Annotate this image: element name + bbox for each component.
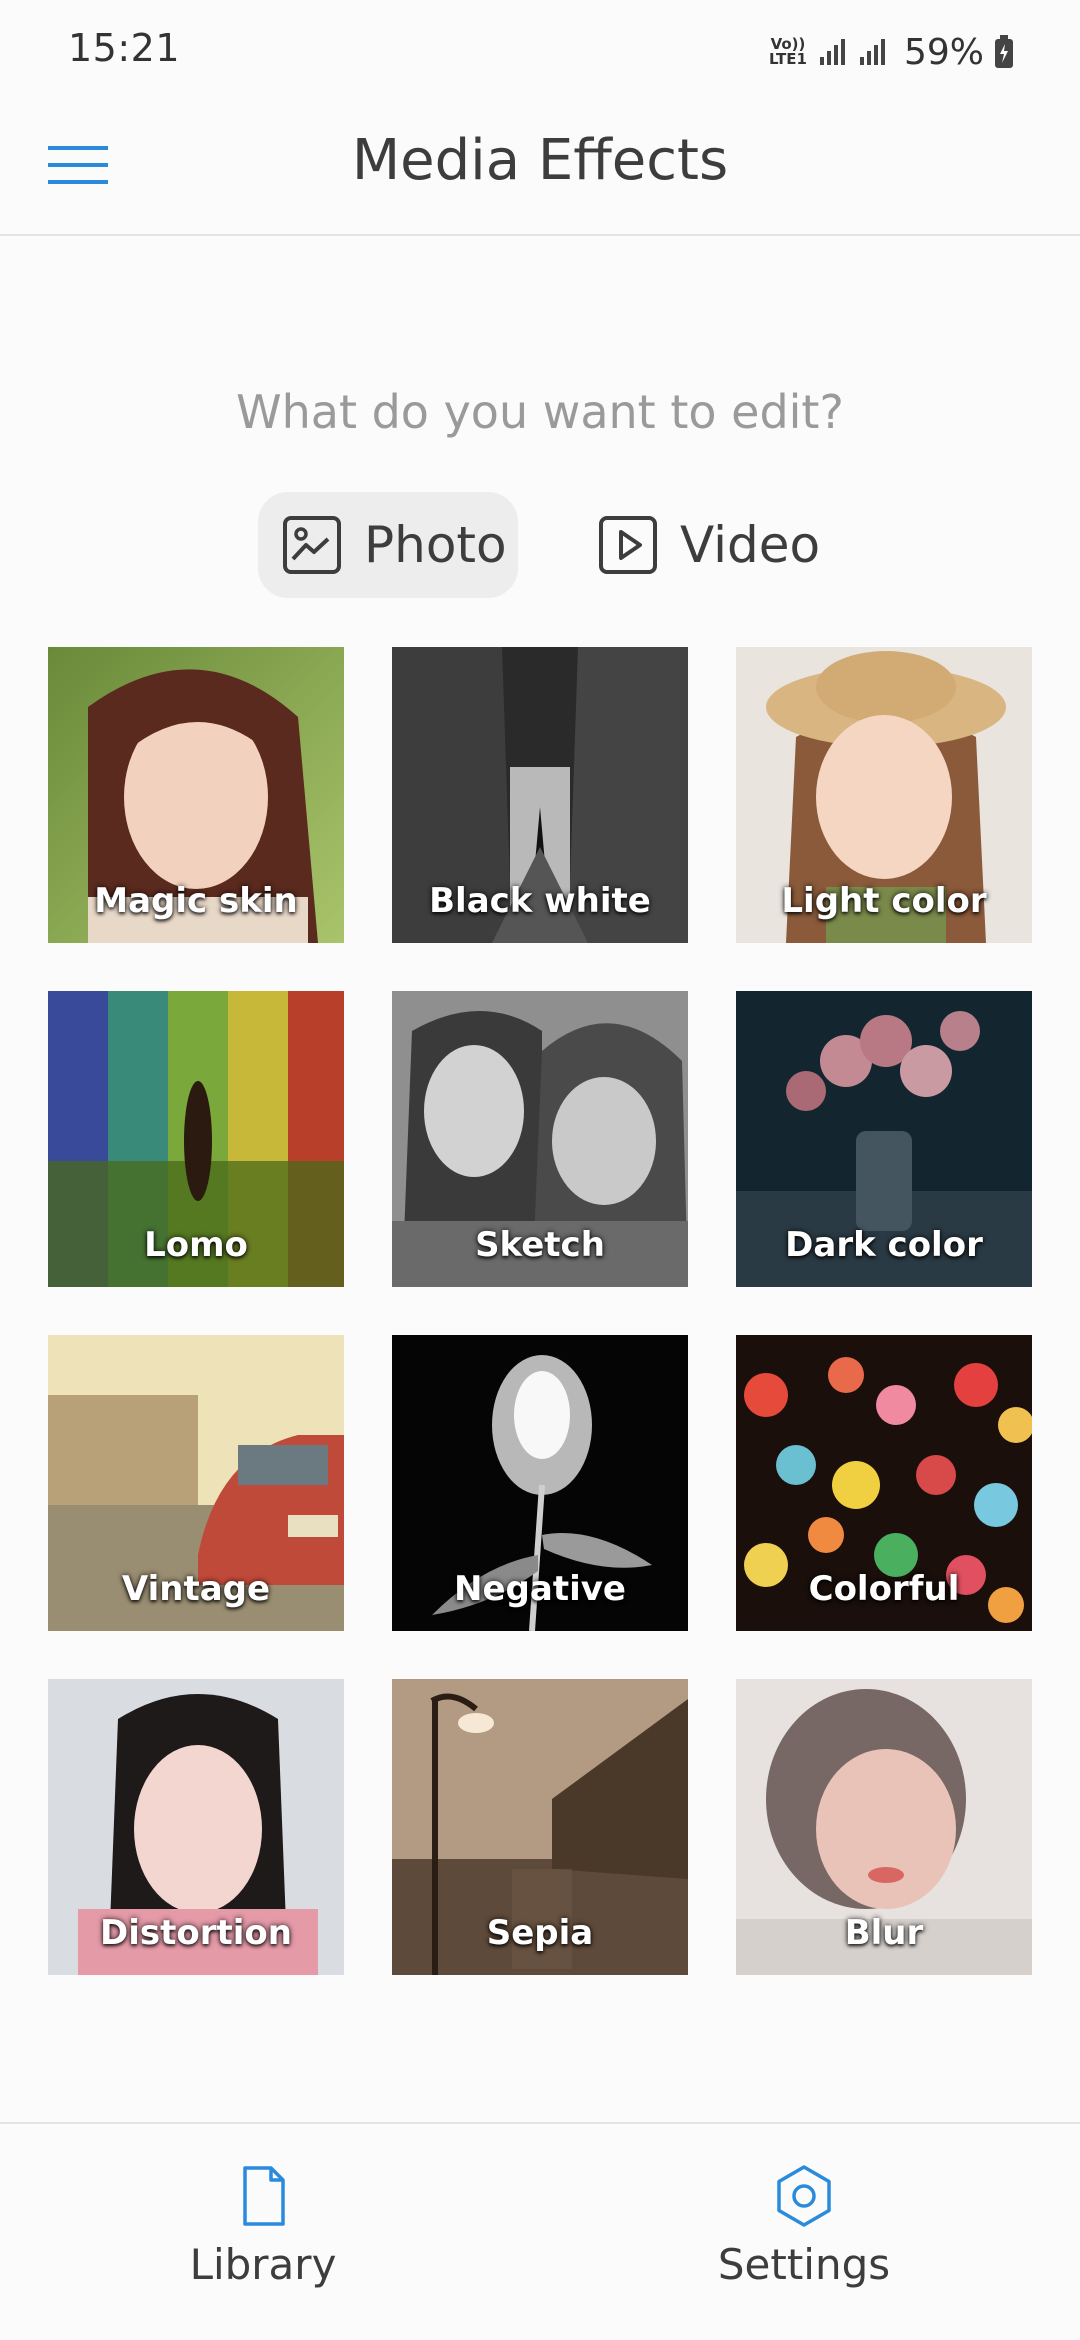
effect-label: Magic skin xyxy=(94,881,298,921)
effect-tile-lomo[interactable]: Lomo xyxy=(48,991,344,1287)
effect-tile-sepia[interactable]: Sepia xyxy=(392,1679,688,1975)
settings-icon xyxy=(777,2165,831,2227)
effect-label: Lomo xyxy=(144,1225,248,1265)
effect-tile-negative[interactable]: Negative xyxy=(392,1335,688,1631)
image-icon xyxy=(283,516,341,574)
volte-badge-bottom: LTE1 xyxy=(768,50,807,68)
battery-percent: 59% xyxy=(903,31,984,73)
effect-label: Blur xyxy=(844,1913,924,1953)
nav-library[interactable]: Library xyxy=(123,2164,403,2289)
battery-icon xyxy=(995,35,1013,68)
screen: 15:21 Vo)) LTE1 59% Media Effects What d… xyxy=(0,0,1080,2340)
effect-tile-light-color[interactable]: Light color xyxy=(736,647,1032,943)
signal-icon xyxy=(859,39,885,65)
effect-tile-distortion[interactable]: Distortion xyxy=(48,1679,344,1975)
tab-video-label: Video xyxy=(680,516,821,574)
effect-label: Dark color xyxy=(785,1225,983,1265)
effect-label: Distortion xyxy=(100,1913,292,1953)
status-indicators: Vo)) LTE1 59% xyxy=(768,28,1014,76)
effect-label: Light color xyxy=(781,881,987,921)
play-icon xyxy=(599,516,657,574)
signal-icon xyxy=(819,39,845,65)
volte-badge: Vo)) LTE1 xyxy=(768,37,808,67)
status-bar: 15:21 Vo)) LTE1 59% xyxy=(0,0,1080,100)
nav-settings[interactable]: Settings xyxy=(664,2164,944,2289)
nav-library-label: Library xyxy=(189,2240,337,2289)
effect-tile-blur[interactable]: Blur xyxy=(736,1679,1032,1975)
status-time: 15:21 xyxy=(68,26,181,70)
effect-label: Vintage xyxy=(121,1569,271,1609)
effect-label: Colorful xyxy=(808,1569,960,1609)
effect-tile-dark-color[interactable]: Dark color xyxy=(736,991,1032,1287)
effect-tile-magic-skin[interactable]: Magic skin xyxy=(48,647,344,943)
effect-label: Sepia xyxy=(486,1913,594,1953)
nav-settings-label: Settings xyxy=(717,2240,891,2289)
effect-label: Sketch xyxy=(475,1225,605,1265)
effect-tile-sketch[interactable]: Sketch xyxy=(392,991,688,1287)
effect-tile-vintage[interactable]: Vintage xyxy=(48,1335,344,1631)
tab-video[interactable]: Video xyxy=(574,492,834,598)
effect-tile-black-white[interactable]: Black white xyxy=(392,647,688,943)
effect-label: Negative xyxy=(454,1569,626,1609)
effect-tile-colorful[interactable]: Colorful xyxy=(736,1335,1032,1631)
tab-photo[interactable]: Photo xyxy=(258,492,518,598)
tab-photo-label: Photo xyxy=(364,516,507,574)
edit-prompt: What do you want to edit? xyxy=(236,385,844,439)
document-icon xyxy=(243,2166,285,2226)
bottom-nav: Library Settings xyxy=(0,2122,1080,2340)
page-title: Media Effects xyxy=(351,128,729,193)
app-bar: Media Effects xyxy=(0,100,1080,236)
effect-label: Black white xyxy=(429,881,651,921)
